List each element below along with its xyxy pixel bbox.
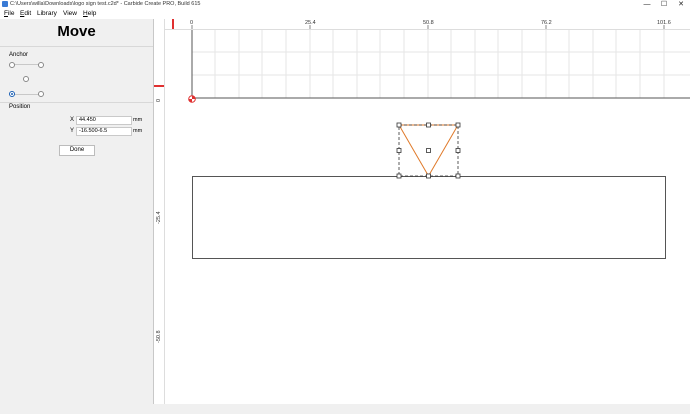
y-unit: mm	[133, 128, 143, 134]
window-title: C:\Users\willa\Downloads\logo sign test.…	[10, 1, 201, 7]
design-canvas[interactable]: 0 25.4 50.8 76.2 101.6 0 -25.4 -50.8	[154, 19, 690, 404]
h-ruler-ticks	[172, 19, 665, 29]
vertical-ruler: 0 -25.4 -50.8	[154, 19, 165, 404]
grid-lines	[191, 29, 690, 98]
move-panel: Move Anchor Position X 44.450 mm Y -16.5…	[0, 19, 153, 404]
panel-title: Move	[57, 23, 96, 40]
h-ruler-label: 0	[190, 20, 194, 26]
close-button[interactable]: ✕	[674, 0, 688, 9]
menu-file-rest: ile	[7, 10, 15, 17]
v-ruler-label: 0	[156, 98, 162, 102]
x-label: X	[70, 117, 75, 123]
x-unit: mm	[133, 117, 143, 123]
anchor-guide-bottom	[14, 94, 40, 95]
divider	[0, 102, 153, 103]
v-ruler-label: -50.8	[156, 330, 162, 343]
status-bar	[0, 404, 690, 414]
y-position-input[interactable]: -16.500-6.5	[76, 127, 132, 136]
menu-help[interactable]: Help	[83, 9, 96, 19]
menu-help-rest: elp	[87, 10, 97, 17]
selection-handles[interactable]	[396, 122, 461, 179]
y-label: Y	[70, 128, 75, 134]
anchor-center-radio[interactable]	[23, 76, 29, 82]
menu-library-label: Library	[37, 10, 57, 17]
horizontal-ruler: 0 25.4 50.8 76.2 101.6	[154, 19, 690, 30]
menu-bar: File Edit Library View Help	[0, 9, 690, 19]
divider	[0, 46, 153, 47]
position-label: Position	[9, 104, 31, 110]
minimize-button[interactable]: —	[640, 0, 654, 9]
h-ruler-label: 76.2	[541, 20, 552, 26]
menu-edit-rest: dit	[24, 10, 32, 17]
menu-library[interactable]: Library	[37, 9, 57, 19]
maximize-button[interactable]: ☐	[657, 0, 671, 9]
anchor-bottom-left-radio[interactable]	[9, 91, 15, 97]
origin-marker-icon	[188, 95, 196, 103]
anchor-label: Anchor	[9, 52, 29, 58]
menu-view-label: View	[63, 10, 77, 17]
anchor-guide-top	[14, 64, 40, 65]
done-button[interactable]: Done	[59, 145, 95, 156]
title-bar: C:\Users\willa\Downloads\logo sign test.…	[0, 0, 690, 9]
menu-file[interactable]: File	[4, 9, 15, 19]
menu-view[interactable]: View	[63, 9, 77, 19]
h-ruler-label: 101.6	[657, 20, 671, 26]
stock-outline[interactable]	[192, 176, 666, 259]
v-ruler-label: -25.4	[156, 211, 162, 224]
app-icon	[2, 1, 8, 7]
anchor-bottom-right-radio[interactable]	[38, 91, 44, 97]
anchor-top-left-radio[interactable]	[9, 62, 15, 68]
anchor-top-right-radio[interactable]	[38, 62, 44, 68]
h-ruler-label: 25.4	[305, 20, 316, 26]
menu-edit[interactable]: Edit	[20, 9, 31, 19]
x-position-input[interactable]: 44.450	[76, 116, 132, 125]
h-ruler-label: 50.8	[423, 20, 434, 26]
canvas-drawing	[188, 29, 690, 259]
